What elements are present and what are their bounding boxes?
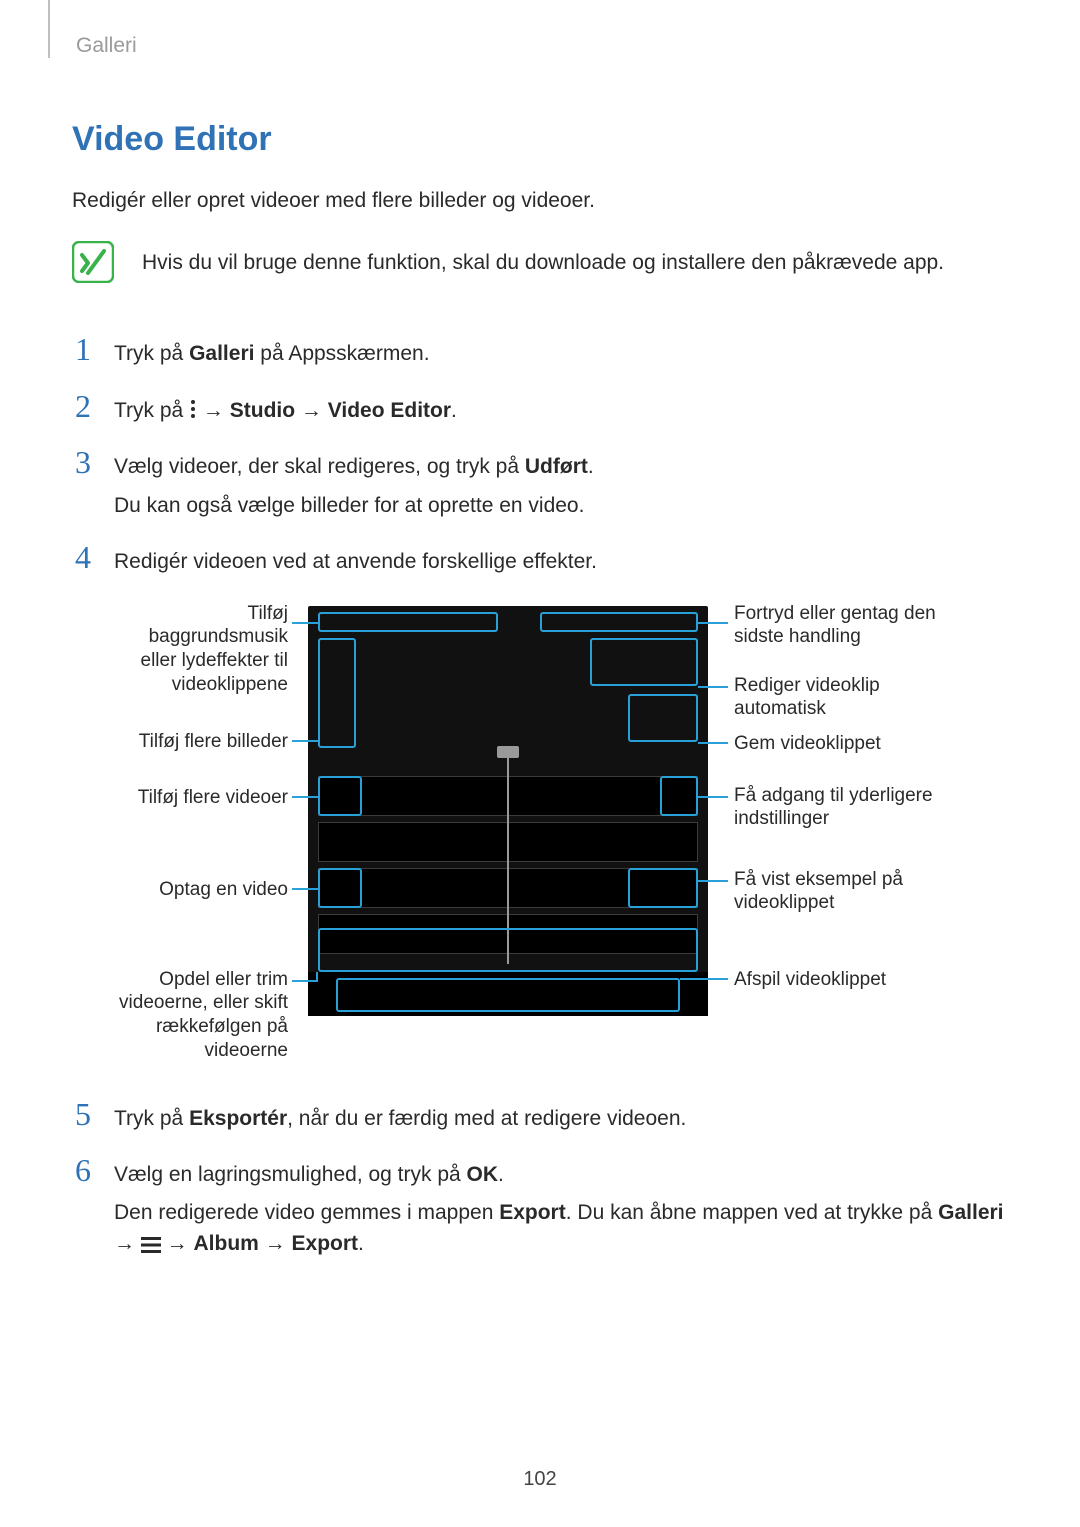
- step-body: Vælg videoer, der skal redigeres, og try…: [114, 446, 1008, 521]
- step-number: 3: [72, 446, 94, 478]
- note: Hvis du vil bruge denne funktion, skal d…: [72, 241, 1008, 283]
- lead-line: [292, 980, 318, 982]
- label-play: Afspil videoklippet: [734, 968, 974, 992]
- header-rule: [48, 0, 50, 58]
- text-bold: Studio: [230, 399, 295, 422]
- label-record: Optag en video: [112, 878, 288, 902]
- text: Vælg videoer, der skal redigeres, og try…: [114, 455, 525, 478]
- text: .: [451, 399, 457, 422]
- callout-box-auto: [590, 638, 698, 686]
- step-body: Redigér videoen ved at anvende forskelli…: [114, 541, 1008, 577]
- text: .: [498, 1163, 504, 1186]
- note-icon: [72, 241, 114, 283]
- step-number: 6: [72, 1154, 94, 1186]
- lead-line: [698, 796, 728, 798]
- callout-box-save: [628, 694, 698, 742]
- callout-box-preview: [628, 868, 698, 908]
- page-title: Video Editor: [72, 120, 1008, 159]
- arrow: →: [197, 399, 230, 422]
- step-number: 4: [72, 541, 94, 573]
- step-2: 2 Tryk på → Studio → Video Editor.: [72, 390, 1008, 426]
- step-6: 6 Vælg en lagringsmulighed, og tryk på O…: [72, 1154, 1008, 1259]
- step-number: 2: [72, 390, 94, 422]
- text: Du kan også vælge billeder for at oprett…: [114, 491, 1008, 521]
- lead-line: [698, 686, 728, 688]
- text-bold: Galleri: [938, 1201, 1003, 1224]
- text: .: [588, 455, 594, 478]
- text-bold: Album: [194, 1232, 259, 1255]
- text-bold: Export: [292, 1232, 359, 1255]
- label-add-videos: Tilføj flere videoer: [112, 786, 288, 810]
- text-bold: Eksportér: [189, 1107, 287, 1130]
- text: . Du kan åbne mappen ved at trykke på: [566, 1201, 938, 1224]
- lead-line: [292, 796, 318, 798]
- text: .: [358, 1232, 364, 1255]
- more-icon: [189, 399, 197, 419]
- label-auto: Rediger videoklip automatisk: [734, 674, 974, 722]
- label-undo: Fortryd eller gentag den sidste handling: [734, 602, 974, 650]
- text: på Appsskærmen.: [254, 342, 429, 365]
- step-4: 4 Redigér videoen ved at anvende forskel…: [72, 541, 1008, 577]
- callout-box-split: [318, 928, 698, 972]
- step-number: 5: [72, 1098, 94, 1130]
- label-preview: Få vist eksempel på videoklippet: [734, 868, 974, 916]
- lead-line: [292, 622, 318, 624]
- step-body: Vælg en lagringsmulighed, og tryk på OK.…: [114, 1154, 1008, 1259]
- note-text: Hvis du vil bruge denne funktion, skal d…: [142, 241, 944, 277]
- lead-line: [698, 742, 728, 744]
- arrow: →: [161, 1232, 194, 1255]
- step-body: Tryk på Eksportér, når du er færdig med …: [114, 1098, 1008, 1134]
- lead-line: [698, 622, 728, 624]
- step-5: 5 Tryk på Eksportér, når du er færdig me…: [72, 1098, 1008, 1134]
- lead-line: [292, 888, 318, 890]
- manual-page: Galleri Video Editor Redigér eller opret…: [0, 0, 1080, 1527]
- callout-box-undo: [540, 612, 698, 632]
- lead-line: [698, 880, 728, 882]
- text: Tryk på: [114, 399, 189, 422]
- callout-box-add-videos: [318, 776, 362, 816]
- arrow: →: [295, 399, 328, 422]
- text-bold: Video Editor: [328, 399, 451, 422]
- callout-box-add-images: [318, 638, 356, 748]
- lead-line: [316, 972, 318, 982]
- callout-box-more: [660, 776, 698, 816]
- callout-box-play: [336, 978, 680, 1012]
- arrow: →: [259, 1232, 292, 1255]
- lead-line: [292, 740, 318, 742]
- step-1: 1 Tryk på Galleri på Appsskærmen.: [72, 333, 1008, 369]
- text: Vælg en lagringsmulighed, og tryk på: [114, 1163, 467, 1186]
- annotated-diagram: Tilføj baggrundsmusik eller lydeffekter …: [112, 598, 1008, 1068]
- text-bold: Udført: [525, 455, 588, 478]
- label-split: Opdel eller trim videoerne, eller skift …: [112, 968, 288, 1063]
- callout-box-music: [318, 612, 498, 632]
- menu-icon: [141, 1236, 161, 1254]
- label-save: Gem videoklippet: [734, 732, 974, 756]
- lead-line: [680, 978, 728, 980]
- page-number: 102: [0, 1468, 1080, 1491]
- text: , når du er færdig med at redigere video…: [287, 1107, 686, 1130]
- step-body: Tryk på Galleri på Appsskærmen.: [114, 333, 1008, 369]
- text: Tryk på: [114, 1107, 189, 1130]
- arrow: →: [114, 1232, 141, 1255]
- step-3: 3 Vælg videoer, der skal redigeres, og t…: [72, 446, 1008, 521]
- text: Tryk på: [114, 342, 189, 365]
- text: Redigér videoen ved at anvende forskelli…: [114, 547, 1008, 577]
- text-bold: Export: [499, 1201, 566, 1224]
- label-add-images: Tilføj flere billeder: [112, 730, 288, 754]
- callout-box-record: [318, 868, 362, 908]
- step-body: Tryk på → Studio → Video Editor.: [114, 390, 1008, 426]
- text-bold: Galleri: [189, 342, 254, 365]
- intro-text: Redigér eller opret videoer med flere bi…: [72, 187, 1008, 215]
- label-music: Tilføj baggrundsmusik eller lydeffekter …: [112, 602, 288, 697]
- step-number: 1: [72, 333, 94, 365]
- text: Den redigerede video gemmes i mappen: [114, 1201, 499, 1224]
- label-more: Få adgang til yderligere indstillinger: [734, 784, 974, 832]
- breadcrumb: Galleri: [76, 34, 1008, 58]
- text-bold: OK: [467, 1163, 499, 1186]
